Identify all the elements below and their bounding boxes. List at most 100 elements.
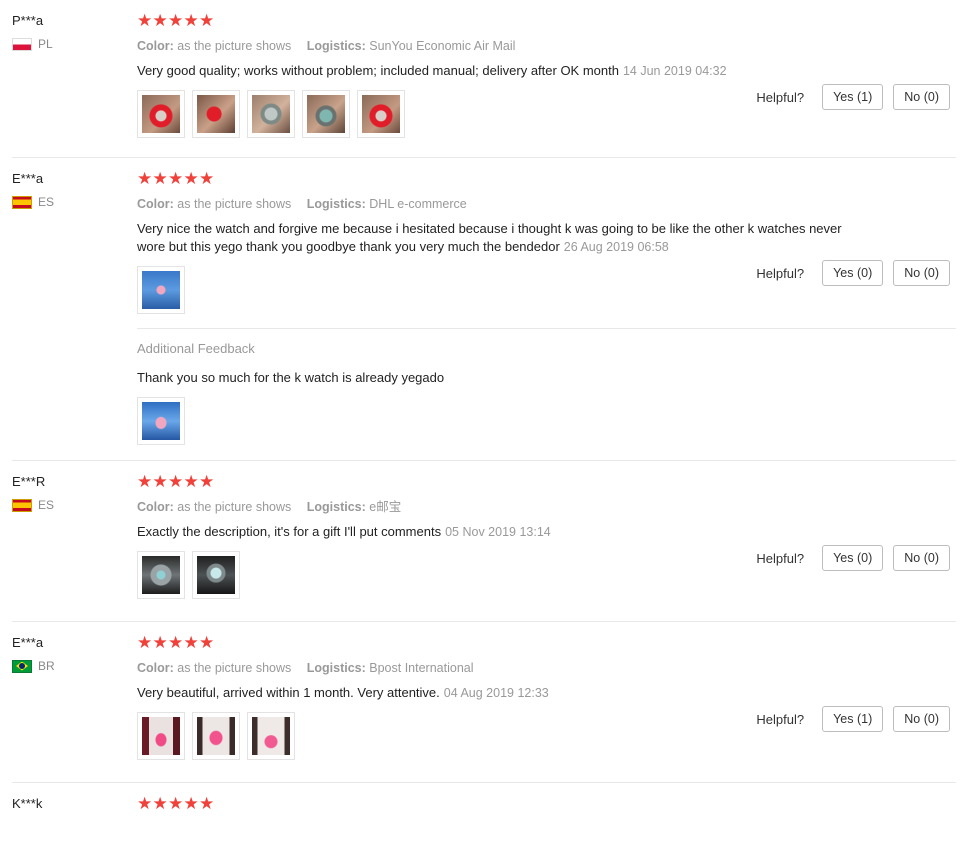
reviewer-info: E***R ES — [12, 473, 122, 512]
reviewer-info: P***a PL — [12, 12, 122, 51]
review-photo[interactable] — [137, 712, 185, 760]
review-item: K***k ★★★★★ — [12, 783, 956, 843]
reviewer-name: E***a — [12, 171, 44, 186]
review-text: Exactly the description, it's for a gift… — [137, 523, 857, 541]
star-icon: ★ — [137, 169, 153, 188]
logistics-label: Logistics: — [306, 661, 366, 675]
review-photo[interactable] — [137, 266, 185, 314]
review-item: E***a BR ★★★★★ Color: as the picture sho… — [12, 622, 956, 783]
helpful-no-button[interactable]: No (0) — [893, 84, 950, 110]
helpful-yes-button[interactable]: Yes (1) — [822, 706, 884, 732]
review-meta: Color: as the picture shows Logistics: S… — [137, 38, 956, 54]
star-icon: ★ — [183, 169, 199, 188]
star-rating: ★★★★★ — [137, 634, 956, 652]
logistics-value: e邮宝 — [369, 500, 402, 514]
star-icon: ★ — [199, 472, 215, 491]
helpful-vote: Helpful? Yes (1) No (0) — [756, 84, 950, 110]
star-rating: ★★★★★ — [137, 795, 956, 813]
helpful-no-button[interactable]: No (0) — [893, 545, 950, 571]
logistics-label: Logistics: — [306, 500, 366, 514]
reviewer-name: K***k — [12, 796, 43, 811]
review-photo[interactable] — [247, 712, 295, 760]
review-photo[interactable] — [137, 90, 185, 138]
color-value: as the picture shows — [177, 500, 292, 514]
spain-flag-icon — [12, 195, 32, 209]
star-rating: ★★★★★ — [137, 473, 956, 491]
country-code: ES — [38, 195, 55, 209]
star-icon: ★ — [152, 472, 168, 491]
helpful-no-button[interactable]: No (0) — [893, 260, 950, 286]
review-photo[interactable] — [137, 551, 185, 599]
star-icon: ★ — [168, 169, 184, 188]
review-content: ★★★★★ Color: as the picture shows Logist… — [137, 461, 956, 615]
review-item: P***a PL ★★★★★ Color: as the picture sho… — [12, 0, 956, 158]
review-photo[interactable] — [137, 397, 185, 445]
logistics-label: Logistics: — [306, 39, 366, 53]
additional-feedback-text: Thank you so much for the k watch is alr… — [137, 370, 445, 385]
color-value: as the picture shows — [177, 661, 292, 675]
review-date: 04 Aug 2019 12:33 — [443, 686, 549, 700]
star-icon: ★ — [152, 11, 168, 30]
review-photo[interactable] — [192, 712, 240, 760]
star-icon: ★ — [137, 794, 153, 813]
review-photo[interactable] — [247, 90, 295, 138]
helpful-no-button[interactable]: No (0) — [893, 706, 950, 732]
review-text: Very good quality; works without problem… — [137, 62, 857, 80]
review-content: ★★★★★ Color: as the picture shows Logist… — [137, 158, 956, 461]
review-photo[interactable] — [192, 90, 240, 138]
star-icon: ★ — [168, 11, 184, 30]
country-code: BR — [38, 659, 55, 673]
review-meta: Color: as the picture shows Logistics: D… — [137, 196, 956, 212]
additional-feedback: Additional Feedback Thank you so much fo… — [137, 328, 956, 445]
star-icon: ★ — [199, 794, 215, 813]
star-icon: ★ — [168, 633, 184, 652]
star-icon: ★ — [183, 633, 199, 652]
additional-feedback-title: Additional Feedback — [137, 341, 255, 356]
logistics-value: DHL e-commerce — [369, 197, 467, 211]
poland-flag-icon — [12, 37, 32, 51]
review-date: 26 Aug 2019 06:58 — [563, 240, 669, 254]
helpful-vote: Helpful? Yes (0) No (0) — [756, 260, 950, 286]
reviewer-name: P***a — [12, 13, 44, 28]
helpful-yes-button[interactable]: Yes (1) — [822, 84, 884, 110]
reviewer-country: ES — [12, 195, 122, 209]
review-content: ★★★★★ Color: as the picture shows Logist… — [137, 622, 956, 776]
star-icon: ★ — [199, 633, 215, 652]
star-icon: ★ — [152, 169, 168, 188]
reviewer-country: BR — [12, 659, 122, 673]
star-icon: ★ — [199, 11, 215, 30]
star-rating: ★★★★★ — [137, 12, 956, 30]
review-text: Very beautiful, arrived within 1 month. … — [137, 684, 857, 702]
reviewer-info: K***k — [12, 795, 122, 813]
helpful-yes-button[interactable]: Yes (0) — [822, 545, 884, 571]
review-item: E***R ES ★★★★★ Color: as the picture sho… — [12, 461, 956, 622]
star-icon: ★ — [183, 11, 199, 30]
reviewer-info: E***a BR — [12, 634, 122, 673]
helpful-label: Helpful? — [756, 711, 805, 727]
review-body: Exactly the description, it's for a gift… — [137, 524, 442, 539]
review-photo[interactable] — [192, 551, 240, 599]
review-date: 14 Jun 2019 04:32 — [622, 64, 727, 78]
helpful-label: Helpful? — [756, 550, 805, 566]
star-icon: ★ — [168, 794, 184, 813]
review-content: ★★★★★ — [137, 783, 956, 829]
additional-photos — [137, 397, 956, 445]
helpful-vote: Helpful? Yes (1) No (0) — [756, 706, 950, 732]
color-label: Color: — [137, 661, 174, 675]
reviewer-name: E***a — [12, 635, 44, 650]
review-body: Very nice the watch and forgive me becau… — [137, 221, 842, 254]
star-icon: ★ — [168, 472, 184, 491]
color-label: Color: — [137, 500, 174, 514]
review-item: E***a ES ★★★★★ Color: as the picture sho… — [12, 158, 956, 461]
reviewer-info: E***a ES — [12, 170, 122, 209]
review-photo[interactable] — [302, 90, 350, 138]
star-rating: ★★★★★ — [137, 170, 956, 188]
helpful-yes-button[interactable]: Yes (0) — [822, 260, 884, 286]
logistics-label: Logistics: — [306, 197, 366, 211]
reviewer-name: E***R — [12, 474, 46, 489]
review-photo[interactable] — [357, 90, 405, 138]
star-icon: ★ — [199, 169, 215, 188]
review-body: Very good quality; works without problem… — [137, 63, 619, 78]
star-icon: ★ — [137, 633, 153, 652]
country-code: PL — [38, 37, 53, 51]
